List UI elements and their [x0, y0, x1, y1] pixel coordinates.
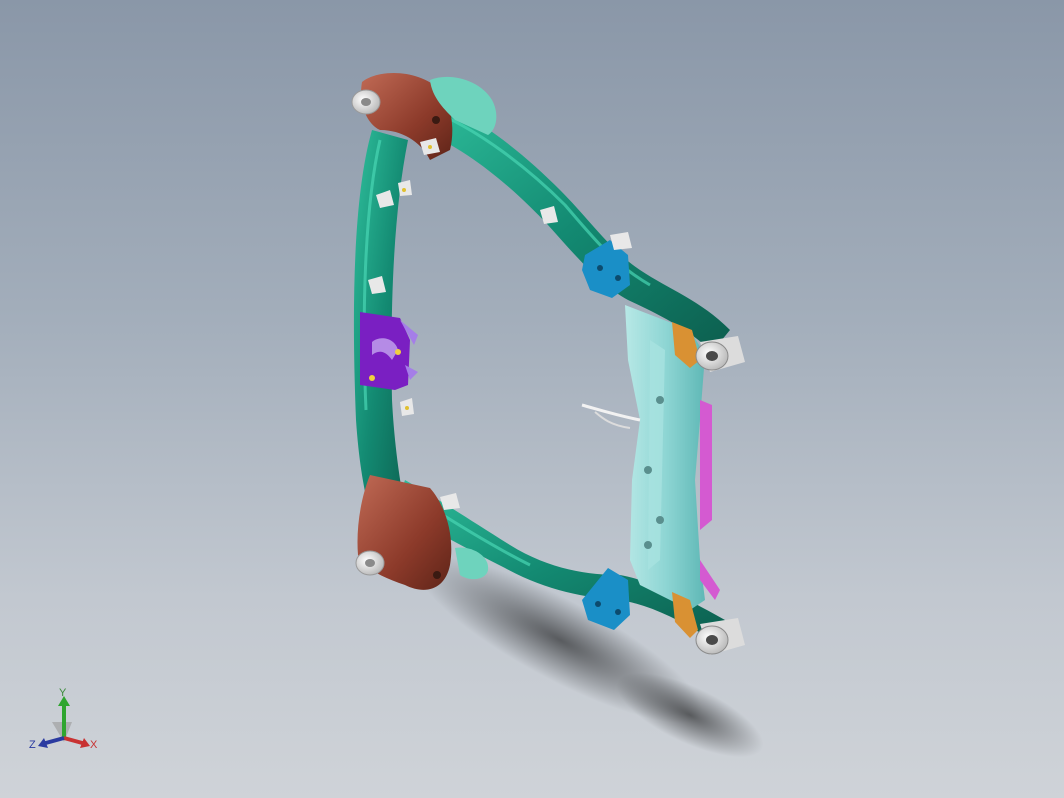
pipe[interactable] — [581, 403, 641, 429]
purple-bracket[interactable] — [360, 312, 418, 390]
subframe-model[interactable] — [0, 0, 1064, 798]
lower-right-bushing[interactable] — [695, 618, 745, 655]
triad-x-label: X — [90, 739, 98, 751]
bottom-left-bushing[interactable] — [355, 550, 385, 576]
clips — [368, 138, 632, 510]
graphics-viewport[interactable]: Y X Z — [0, 0, 1064, 798]
upper-rail[interactable] — [420, 95, 730, 352]
triad-y-label: Y — [59, 687, 67, 699]
pink-plate[interactable] — [700, 400, 720, 600]
triad-z-label: Z — [29, 739, 36, 751]
top-left-bushing[interactable] — [351, 89, 381, 115]
